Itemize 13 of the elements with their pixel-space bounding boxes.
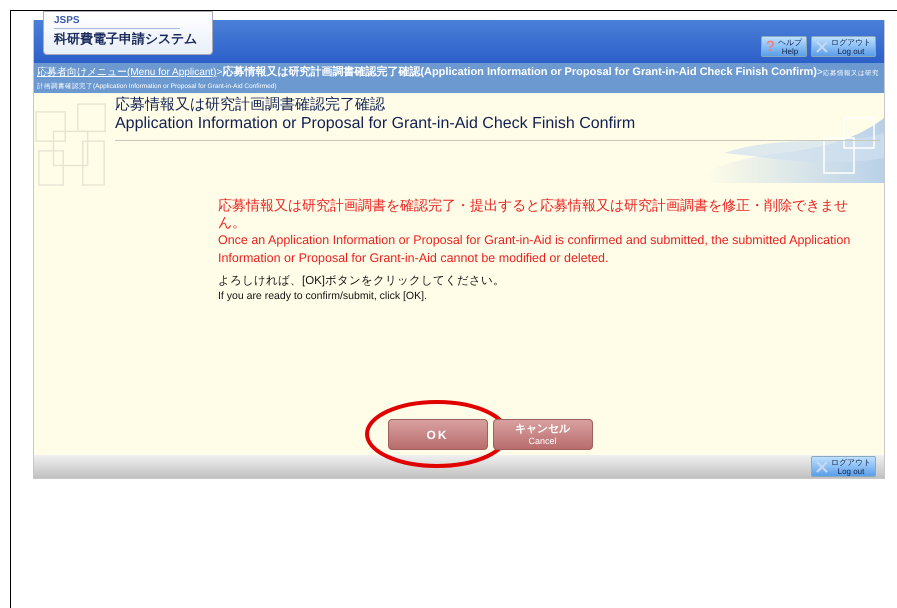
page-title-english: Application Information or Proposal for Grant-in-Aid Check Finish Confirm [115,114,636,134]
instruction-text: If you are ready to confirm/submit, click [OK]. [218,289,428,303]
logo-title: 科研費電子申請システム [54,30,198,48]
close-icon [816,40,828,52]
help-icon: ? [766,39,775,54]
logout-button[interactable]: ログアウト Log out [811,456,876,477]
logout-button[interactable]: ログアウト Log out [811,36,876,57]
logo-org: JSPS [54,14,180,29]
page-title: 応募情報又は研究計画調書確認完了確認 [115,96,386,114]
instruction-text: よろしければ、[OK]ボタンをクリックしてください。 [218,274,506,289]
warning-message: 応募情報又は研究計画調書を確認完了・提出すると応募情報又は研究計画調書を修正・削除できません。 [218,197,849,231]
warning-message: Once an Application Information or Proposal for Grant-in-Aid is confirmed and submitted, the submitted Application Information or Proposal for Grant-in-Aid cannot be modified or deleted. [218,232,852,267]
close-icon [816,460,828,472]
